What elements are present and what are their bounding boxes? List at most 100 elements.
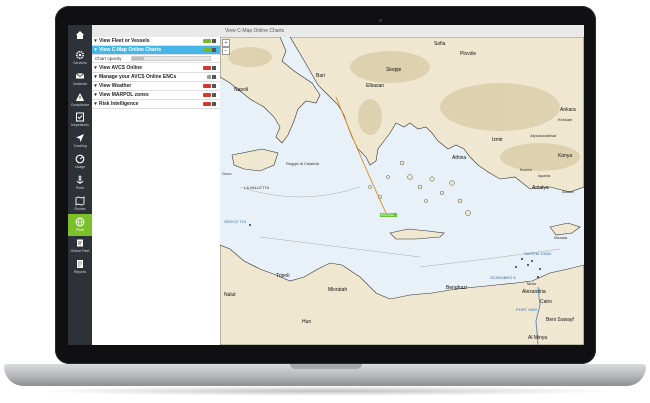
toggle-switch[interactable] xyxy=(203,93,211,97)
city-label: Kirkkale xyxy=(558,117,573,122)
nav-routes[interactable]: Routes xyxy=(68,193,92,215)
toggle-switch[interactable] xyxy=(203,48,211,52)
fleet-book-icon xyxy=(77,239,83,247)
settings-icon[interactable] xyxy=(212,102,216,106)
port-label: PORT SAID xyxy=(516,307,538,312)
chevron-down-icon: ▾ xyxy=(94,92,97,98)
opacity-label: Chart opacity xyxy=(95,56,122,61)
city-label: Benghazi xyxy=(446,285,467,291)
city-label: Hun xyxy=(302,319,312,325)
chevron-down-icon: ▾ xyxy=(94,38,97,44)
nav-label: Routes xyxy=(74,207,86,211)
layer-row-risk[interactable]: ▾ Risk Intelligence xyxy=(92,100,220,109)
rig-label: SAIPEM 10000 xyxy=(524,251,552,256)
layer-label: View Fleet or Vessels xyxy=(99,38,150,44)
land-north-africa xyxy=(220,244,584,345)
nav-inspections[interactable]: Inspections xyxy=(68,109,92,131)
island-label: Gozo xyxy=(222,171,232,176)
toggle-switch[interactable] xyxy=(207,75,211,79)
layer-row-marpol[interactable]: ▾ View MARPOL zones xyxy=(92,91,220,100)
settings-icon[interactable] xyxy=(212,66,216,70)
toggle-switch[interactable] xyxy=(203,102,211,106)
layer-label: View AVCS Online xyxy=(99,65,142,71)
layer-label: Manage your AVCS Online ENCs xyxy=(99,74,177,80)
city-label: Adana xyxy=(562,189,574,194)
gauge-icon xyxy=(75,154,85,164)
envelope-icon xyxy=(75,73,85,79)
city-label: Afyonkarahisar xyxy=(530,133,557,138)
toggle-switch[interactable] xyxy=(203,84,211,88)
nav-label: Compliance xyxy=(70,103,90,107)
land-sicily xyxy=(231,148,279,172)
layer-label: View Weather xyxy=(99,83,132,89)
zoom-out-button[interactable]: − xyxy=(222,47,230,55)
map-icon xyxy=(75,196,85,206)
toggle-switch[interactable] xyxy=(203,66,211,70)
layer-row-avcs[interactable]: ▾ View AVCS Online xyxy=(92,64,220,73)
chevron-down-icon: ▾ xyxy=(94,101,97,107)
city-label: Al Minya xyxy=(528,335,548,341)
nav-compliance[interactable]: Compliance xyxy=(68,89,92,111)
warning-icon xyxy=(75,93,85,101)
city-label: Burdur xyxy=(520,167,533,172)
nav-reports[interactable]: Reports xyxy=(68,256,92,278)
nav-global-fleet[interactable]: Global Fleet xyxy=(68,235,92,257)
city-label: Tripoli xyxy=(276,273,290,279)
city-label: Skopje xyxy=(386,67,402,73)
navigation-arrow-icon xyxy=(76,134,84,142)
city-label: LA VALLETTA xyxy=(244,185,270,190)
toggle-switch[interactable] xyxy=(203,39,211,43)
layer-label: View C-Map Online Charts xyxy=(99,47,162,53)
nav-label: Fleet xyxy=(76,228,84,232)
rig-label: SEDCO 714 xyxy=(224,219,247,224)
settings-icon[interactable] xyxy=(212,84,216,88)
nav-incidents[interactable]: Incidents xyxy=(68,68,92,90)
city-label: Nalut xyxy=(224,292,236,298)
layer-row-fleet[interactable]: ▾ View Fleet or Vessels xyxy=(92,37,220,46)
city-label: Napoli xyxy=(234,87,249,93)
map-canvas xyxy=(220,37,584,345)
layer-panel: ▾ View Fleet or Vessels ▾ View C-Map Onl… xyxy=(92,37,221,345)
layer-row-avcs-encs[interactable]: ▾ Manage your AVCS Online ENCs xyxy=(92,73,220,82)
city-label: Antalya xyxy=(532,185,549,191)
nav-usage[interactable]: Usage xyxy=(68,151,92,173)
nav-label: Global Fleet xyxy=(70,249,90,253)
settings-icon[interactable] xyxy=(212,39,216,43)
laptop-shadow xyxy=(30,386,620,396)
zoom-in-button[interactable]: + xyxy=(222,39,230,47)
layer-label: Risk Intelligence xyxy=(99,101,139,107)
nav-fleet[interactable]: Fleet xyxy=(68,214,92,236)
nav-label: Incidents xyxy=(72,82,87,86)
nav-home[interactable] xyxy=(68,27,92,49)
chevron-down-icon: ▾ xyxy=(94,65,97,71)
report-icon xyxy=(77,260,83,268)
opacity-fill xyxy=(132,57,144,60)
layer-row-cmap[interactable]: ▾ View C-Map Online Charts xyxy=(92,46,220,55)
city-label: Beni Suwayf xyxy=(546,317,574,323)
settings-icon[interactable] xyxy=(212,93,216,97)
city-label: Ankara xyxy=(560,107,576,113)
city-label: Izmir xyxy=(492,137,503,143)
chart-map[interactable]: Sofia Plovdiv Skopje Elbasan Bari Napoli… xyxy=(220,37,584,345)
depth-contours xyxy=(239,186,561,268)
chevron-down-icon: ▾ xyxy=(94,83,97,89)
nav-services[interactable]: Services xyxy=(68,47,92,69)
gear-icon xyxy=(75,50,85,60)
vessel-tag[interactable]: ROSSA... xyxy=(380,213,398,217)
layer-row-weather[interactable]: ▾ View Weather xyxy=(92,82,220,91)
settings-icon[interactable] xyxy=(212,75,216,79)
layer-label: View MARPOL zones xyxy=(99,92,149,98)
anchor-icon xyxy=(76,175,84,184)
nav-label: Usage xyxy=(74,165,86,169)
chevron-down-icon: ▾ xyxy=(94,74,97,80)
nav-tracking[interactable]: Tracking xyxy=(68,130,92,152)
city-label: Reggio di Calabria xyxy=(286,161,319,166)
land-crete xyxy=(389,228,445,240)
city-label: Cairo xyxy=(540,299,552,305)
chart-opacity-row: Chart opacity xyxy=(92,55,220,63)
city-label: Athina xyxy=(452,155,467,161)
opacity-slider[interactable] xyxy=(131,56,211,61)
nav-ports[interactable]: Ports xyxy=(68,172,92,194)
laptop-notch xyxy=(290,364,362,369)
settings-icon[interactable] xyxy=(212,48,216,52)
